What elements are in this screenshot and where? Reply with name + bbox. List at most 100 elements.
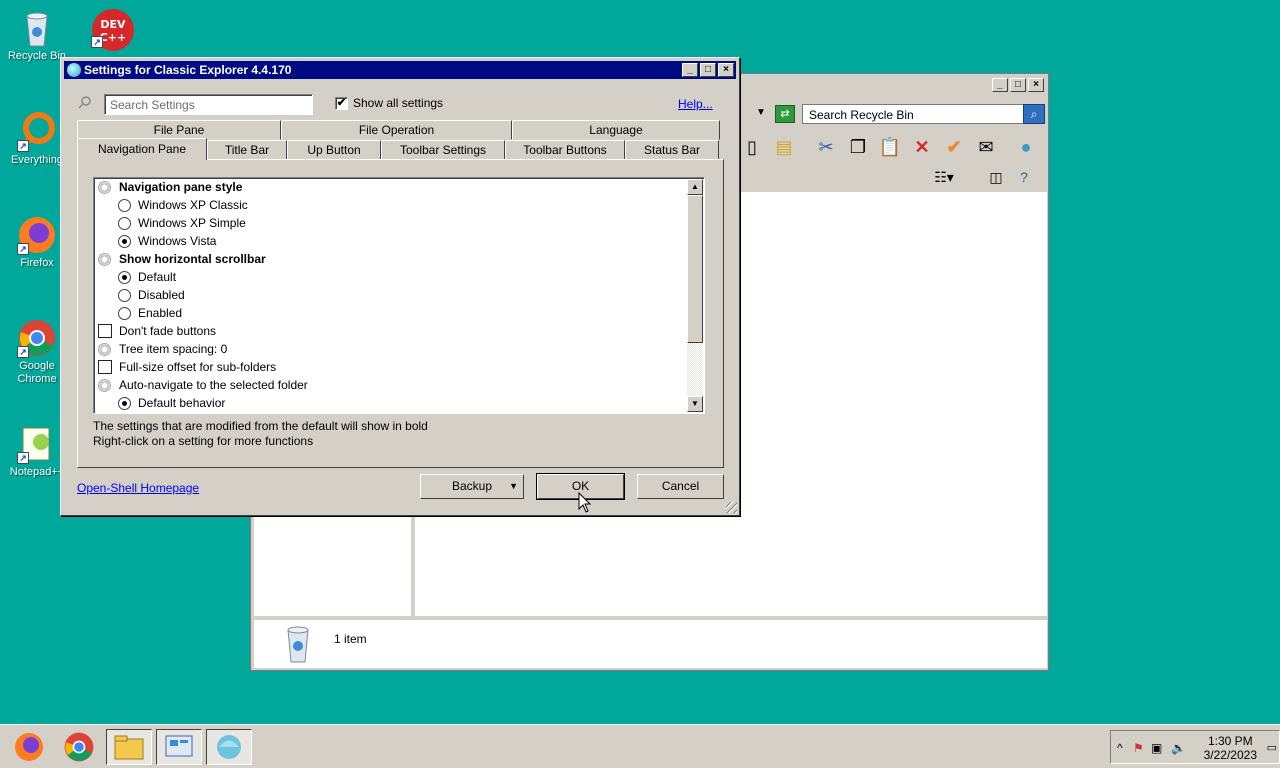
tab-file-operation[interactable]: File Operation bbox=[281, 120, 512, 140]
setting-row[interactable]: Show horizontal scrollbar bbox=[98, 250, 266, 268]
volume-icon[interactable]: 🔈 bbox=[1171, 741, 1186, 755]
cancel-button[interactable]: Cancel bbox=[637, 474, 724, 499]
scroll-down-button[interactable]: ▼ bbox=[687, 396, 703, 412]
setting-row[interactable]: Windows Vista bbox=[118, 232, 216, 250]
help-icon[interactable]: ? bbox=[1011, 164, 1037, 190]
notepadpp-icon: ↗ bbox=[17, 424, 57, 464]
gear-icon bbox=[98, 180, 111, 194]
everything-icon: ↗ bbox=[17, 112, 57, 152]
clock[interactable]: 1:30 PM 3/22/2023 bbox=[1204, 734, 1257, 762]
tab-navigation-pane[interactable]: Navigation Pane bbox=[77, 138, 207, 160]
scroll-up-button[interactable]: ▲ bbox=[687, 179, 703, 195]
setting-row[interactable]: Windows XP Classic bbox=[118, 196, 248, 214]
tab-status-bar[interactable]: Status Bar bbox=[625, 140, 719, 160]
tab-up-button[interactable]: Up Button bbox=[287, 140, 381, 160]
preview-pane-icon[interactable]: ◫ bbox=[983, 164, 1009, 190]
tab-title-bar[interactable]: Title Bar bbox=[207, 140, 287, 160]
minimize-button[interactable]: _ bbox=[682, 63, 698, 77]
explorer-search-input[interactable]: Search Recycle Bin bbox=[802, 104, 1024, 124]
view-options-icon[interactable]: ☷▾ bbox=[931, 164, 957, 190]
maximize-button[interactable]: □ bbox=[700, 63, 716, 77]
cut-icon[interactable]: ✂ bbox=[813, 134, 839, 160]
setting-row[interactable]: Default behavior bbox=[118, 394, 225, 412]
chrome-icon: ↗ bbox=[17, 318, 57, 358]
checkbox-checked[interactable]: ✔ bbox=[335, 96, 348, 110]
radio-button[interactable] bbox=[118, 216, 131, 230]
chevron-down-icon[interactable]: ▼ bbox=[756, 107, 766, 118]
setting-row[interactable]: Enabled bbox=[118, 304, 182, 322]
backup-label: Backup bbox=[451, 479, 493, 493]
scroll-thumb[interactable] bbox=[687, 195, 703, 343]
backup-button[interactable]: Backup ▼ bbox=[420, 474, 524, 499]
show-all-settings-checkbox[interactable]: ✔ Show all settings bbox=[335, 96, 443, 110]
desktop-icon-recycle-bin[interactable]: Recycle Bin bbox=[2, 8, 72, 63]
tab-toolbar-settings[interactable]: Toolbar Settings bbox=[381, 140, 505, 160]
setting-label: Show horizontal scrollbar bbox=[119, 252, 266, 266]
desktop-icon-devcpp[interactable]: DEV C++ ↗ bbox=[76, 8, 146, 51]
setting-row[interactable]: Auto-navigate to the selected folder bbox=[98, 376, 308, 394]
paste-icon[interactable]: 📋 bbox=[877, 134, 903, 160]
radio-button[interactable] bbox=[118, 270, 131, 284]
copy-icon[interactable]: ❐ bbox=[845, 134, 871, 160]
properties-icon[interactable]: ✔ bbox=[941, 134, 967, 160]
radio-button[interactable] bbox=[118, 306, 131, 320]
setting-row[interactable]: Full-size offset for sub-folders bbox=[98, 358, 276, 376]
control-panel-icon bbox=[165, 735, 193, 757]
settings-shell-icon[interactable]: ● bbox=[1013, 134, 1039, 160]
search-settings-input[interactable]: Search Settings bbox=[104, 94, 313, 115]
taskbar-explorer[interactable] bbox=[106, 729, 152, 765]
tab-file-pane[interactable]: File Pane bbox=[77, 120, 281, 140]
dialog-window-controls: _ □ × bbox=[682, 63, 734, 77]
tab-toolbar-buttons[interactable]: Toolbar Buttons bbox=[505, 140, 625, 160]
setting-label: Full-size offset for sub-folders bbox=[119, 360, 277, 374]
resize-grip[interactable] bbox=[726, 502, 737, 513]
taskbar-classic-explorer-settings[interactable] bbox=[206, 729, 252, 765]
folder-options-icon[interactable]: ▤ bbox=[771, 134, 797, 160]
search-icon[interactable]: ⌕ bbox=[1023, 104, 1045, 124]
close-button[interactable]: × bbox=[1028, 78, 1044, 92]
network-icon[interactable]: ▣ bbox=[1151, 741, 1162, 755]
radio-button[interactable] bbox=[118, 234, 131, 248]
clock-time: 1:30 PM bbox=[1207, 734, 1253, 748]
mouse-cursor-icon bbox=[578, 491, 592, 517]
recycle-bin-icon bbox=[17, 8, 57, 48]
taskbar-control-panel[interactable] bbox=[156, 729, 202, 765]
tab-panel-navigation-pane: Navigation pane style Windows XP Classic W… bbox=[77, 159, 724, 468]
checkbox[interactable] bbox=[98, 360, 112, 374]
firefox-icon bbox=[15, 733, 43, 761]
delete-icon[interactable]: ✕ bbox=[909, 134, 935, 160]
radio-button[interactable] bbox=[118, 288, 131, 302]
taskbar-firefox[interactable] bbox=[6, 729, 52, 765]
show-desktop-icon[interactable]: ▭ bbox=[1267, 741, 1277, 754]
setting-row[interactable]: Default bbox=[118, 268, 176, 286]
minimize-button[interactable]: _ bbox=[992, 78, 1008, 92]
setting-label: Don't fade buttons bbox=[119, 324, 217, 338]
radio-button[interactable] bbox=[118, 198, 131, 212]
taskbar-chrome[interactable] bbox=[56, 729, 102, 765]
gear-icon bbox=[98, 252, 111, 266]
radio-button[interactable] bbox=[118, 396, 131, 410]
setting-row[interactable]: Disabled bbox=[118, 286, 185, 304]
email-icon[interactable]: ✉ bbox=[973, 134, 999, 160]
refresh-icon[interactable]: ⇄ bbox=[775, 105, 795, 123]
setting-row[interactable]: Navigation pane style bbox=[98, 178, 242, 196]
setting-row[interactable]: Tree item spacing: 0 bbox=[98, 340, 227, 358]
setting-label: Auto-navigate to the selected folder bbox=[119, 378, 308, 392]
shortcut-arrow-icon: ↗ bbox=[17, 243, 29, 255]
help-link[interactable]: Help... bbox=[678, 97, 713, 111]
action-center-icon[interactable]: ⚑ bbox=[1133, 741, 1144, 755]
info-line-modified: The settings that are modified from the … bbox=[93, 419, 428, 433]
setting-row[interactable]: Don't fade buttons bbox=[98, 322, 216, 340]
close-button[interactable]: × bbox=[718, 63, 734, 77]
firefox-icon: ↗ bbox=[17, 215, 57, 255]
settings-list[interactable]: Navigation pane style Windows XP Classic W… bbox=[93, 177, 705, 414]
dialog-titlebar[interactable]: Settings for Classic Explorer 4.4.170 _ … bbox=[64, 61, 736, 79]
open-shell-homepage-link[interactable]: Open-Shell Homepage bbox=[77, 481, 199, 495]
view-pane-icon[interactable]: ▯ bbox=[739, 134, 765, 160]
tab-language[interactable]: Language bbox=[512, 120, 720, 140]
show-hidden-icons-icon[interactable]: ^ bbox=[1117, 741, 1123, 755]
vertical-scrollbar[interactable]: ▲ ▼ bbox=[687, 179, 703, 412]
maximize-button[interactable]: □ bbox=[1010, 78, 1026, 92]
setting-row[interactable]: Windows XP Simple bbox=[118, 214, 246, 232]
checkbox[interactable] bbox=[98, 324, 112, 338]
